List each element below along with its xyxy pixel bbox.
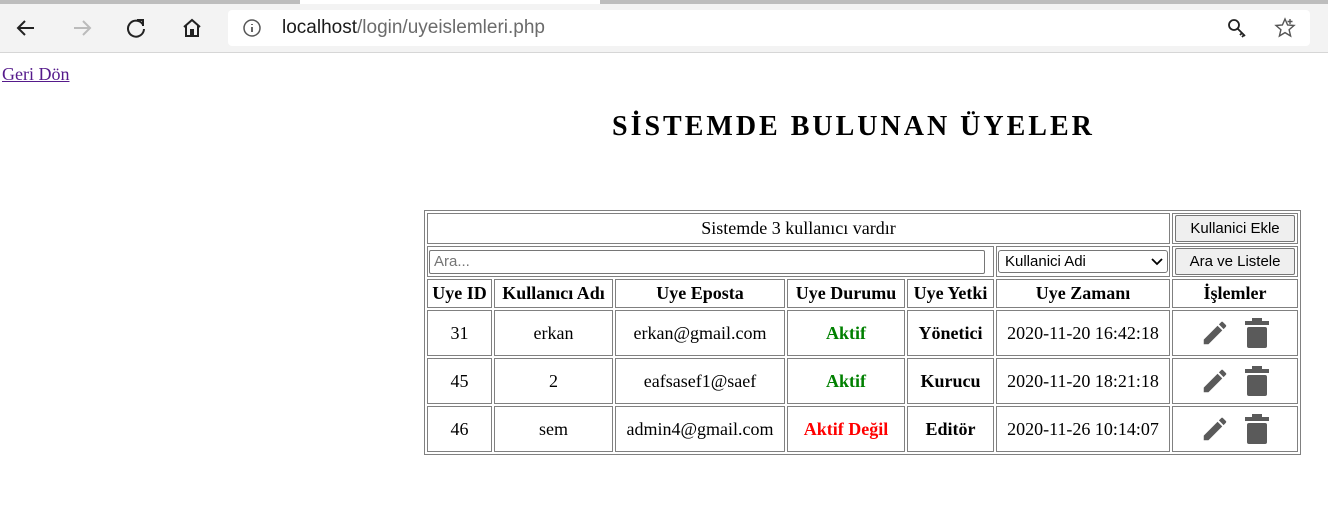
table-row: 45 2 eafsasef1@saef Aktif Kurucu 2020-11… — [427, 358, 1299, 404]
user-date: 2020-11-20 16:42:18 — [996, 310, 1171, 356]
favorite-star-icon[interactable] — [1274, 17, 1296, 44]
search-field-select[interactable]: Kullanici Adi — [998, 250, 1168, 273]
pencil-icon[interactable] — [1200, 414, 1230, 444]
key-icon[interactable] — [1226, 17, 1248, 44]
forward-arrow-icon[interactable] — [66, 12, 98, 44]
table-row: 46 sem admin4@gmail.com Aktif Değil Edit… — [427, 406, 1299, 452]
search-cell — [427, 246, 994, 277]
user-count-text: Sistemde 3 kullanıcı vardır — [427, 213, 1171, 244]
user-status: Aktif — [787, 310, 905, 356]
col-header-actions: İşlemler — [1172, 279, 1299, 308]
user-name: 2 — [494, 358, 613, 404]
user-date: 2020-11-26 10:14:07 — [996, 406, 1171, 452]
user-id: 31 — [427, 310, 492, 356]
user-status: Aktif — [787, 358, 905, 404]
add-button-cell: Kullanici Ekle — [1172, 213, 1299, 244]
user-email: admin4@gmail.com — [615, 406, 785, 452]
user-id: 45 — [427, 358, 492, 404]
search-row: Kullanici Adi Ara ve Listele — [427, 246, 1299, 277]
back-link[interactable]: Geri Dön — [2, 64, 69, 85]
col-header-username: Kullanıcı Adı — [494, 279, 613, 308]
search-field-cell: Kullanici Adi — [996, 246, 1171, 277]
col-header-date: Uye Zamanı — [996, 279, 1171, 308]
col-header-email: Uye Eposta — [615, 279, 785, 308]
col-header-id: Uye ID — [427, 279, 492, 308]
user-name: erkan — [494, 310, 613, 356]
pencil-icon[interactable] — [1200, 318, 1230, 348]
home-icon[interactable] — [176, 12, 208, 44]
user-id: 46 — [427, 406, 492, 452]
url-text[interactable]: localhost/login/uyeislemleri.php — [282, 17, 545, 39]
user-status: Aktif Değil — [787, 406, 905, 452]
user-date: 2020-11-20 18:21:18 — [996, 358, 1171, 404]
pencil-icon[interactable] — [1200, 366, 1230, 396]
actions-cell — [1172, 358, 1299, 404]
url-host: localhost — [282, 17, 357, 38]
url-path: /login/uyeislemleri.php — [357, 17, 545, 38]
header-row: Uye ID Kullanıcı Adı Uye Eposta Uye Duru… — [427, 279, 1299, 308]
site-info-icon[interactable] — [242, 18, 262, 43]
back-arrow-icon[interactable] — [10, 12, 42, 44]
user-role: Editör — [907, 406, 994, 452]
table-row: 31 erkan erkan@gmail.com Aktif Yönetici … — [427, 310, 1299, 356]
add-user-button[interactable]: Kullanici Ekle — [1175, 215, 1296, 242]
browser-toolbar: localhost/login/uyeislemleri.php — [0, 4, 1328, 53]
user-email: erkan@gmail.com — [615, 310, 785, 356]
search-input[interactable] — [429, 249, 985, 274]
search-field-value: Kullanici Adi — [1005, 253, 1086, 270]
trash-icon[interactable] — [1244, 365, 1270, 397]
users-table: Sistemde 3 kullanıcı vardır Kullanici Ek… — [424, 210, 1302, 455]
search-list-button[interactable]: Ara ve Listele — [1175, 248, 1296, 275]
user-role: Yönetici — [907, 310, 994, 356]
chevron-down-icon — [1151, 257, 1163, 265]
col-header-role: Uye Yetki — [907, 279, 994, 308]
user-name: sem — [494, 406, 613, 452]
actions-cell — [1172, 310, 1299, 356]
search-button-cell: Ara ve Listele — [1172, 246, 1299, 277]
trash-icon[interactable] — [1244, 317, 1270, 349]
actions-cell — [1172, 406, 1299, 452]
page-title: SİSTEMDE BULUNAN ÜYELER — [612, 111, 1095, 142]
address-bar[interactable]: localhost/login/uyeislemleri.php — [228, 10, 1310, 46]
refresh-icon[interactable] — [120, 12, 152, 44]
user-role: Kurucu — [907, 358, 994, 404]
trash-icon[interactable] — [1244, 413, 1270, 445]
summary-row: Sistemde 3 kullanıcı vardır Kullanici Ek… — [427, 213, 1299, 244]
user-email: eafsasef1@saef — [615, 358, 785, 404]
col-header-status: Uye Durumu — [787, 279, 905, 308]
